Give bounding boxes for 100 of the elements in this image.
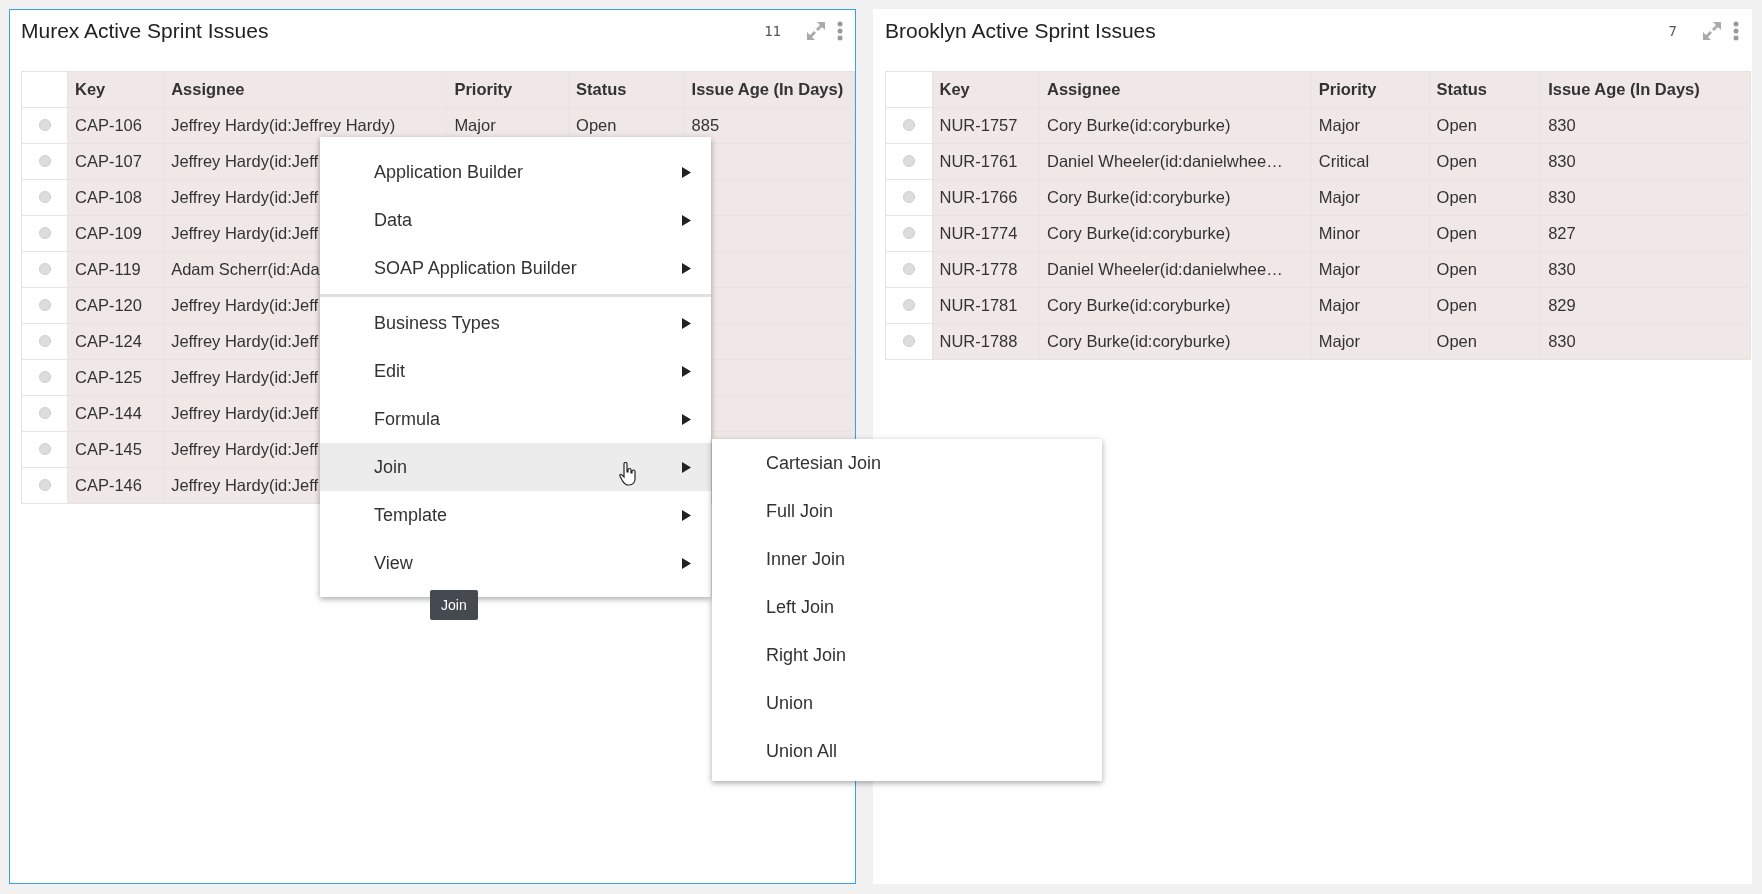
menu-item[interactable]: Left Join <box>712 583 1102 631</box>
table-cell: NUR-1778 <box>932 251 1040 288</box>
table-cell: Open <box>1429 215 1541 252</box>
row-radio[interactable] <box>902 227 915 239</box>
table-cell: CAP-119 <box>67 251 164 288</box>
panel-title: Brooklyn Active Sprint Issues <box>885 19 1157 43</box>
table-cell: CAP-125 <box>67 359 164 396</box>
row-count: 7 <box>1668 23 1677 39</box>
row-radio[interactable] <box>38 155 51 167</box>
row-radio[interactable] <box>902 191 915 203</box>
table-cell: Major <box>1311 323 1430 360</box>
column-header[interactable]: Priority <box>446 71 569 108</box>
column-header[interactable]: Status <box>1429 71 1541 108</box>
column-header[interactable]: Assignee <box>1039 71 1312 108</box>
row-radio[interactable] <box>38 407 51 419</box>
table-cell: Open <box>1429 323 1541 360</box>
table-cell: CAP-144 <box>67 395 164 432</box>
submenu-arrow-icon <box>682 214 691 226</box>
column-header[interactable]: Key <box>932 71 1040 108</box>
table-cell: Cory Burke(id:coryburke) <box>1039 107 1312 144</box>
row-radio[interactable] <box>902 119 915 131</box>
submenu-arrow-icon <box>682 461 691 473</box>
row-radio[interactable] <box>902 263 915 275</box>
table-cell: Open <box>1429 287 1541 324</box>
row-radio[interactable] <box>38 227 51 239</box>
table-cell: Cory Burke(id:coryburke) <box>1039 215 1312 252</box>
menu-item[interactable]: Inner Join <box>712 535 1102 583</box>
submenu-arrow-icon <box>682 557 691 569</box>
more-icon[interactable] <box>1733 21 1739 41</box>
table-cell: NUR-1788 <box>932 323 1040 360</box>
table-cell: Minor <box>1311 215 1430 252</box>
table-cell: Major <box>1311 287 1430 324</box>
column-header[interactable]: Status <box>568 71 685 108</box>
menu-item[interactable]: View <box>320 539 711 587</box>
menu-item[interactable]: Join <box>320 443 711 491</box>
table-cell: CAP-109 <box>67 215 164 252</box>
table-cell: Open <box>1429 107 1541 144</box>
table-cell: Major <box>1311 107 1430 144</box>
row-radio[interactable] <box>38 263 51 275</box>
table-cell: 829 <box>1540 287 1751 324</box>
table-cell: NUR-1757 <box>932 107 1040 144</box>
menu-item[interactable]: Union All <box>712 727 1102 775</box>
table-cell: Cory Burke(id:coryburke) <box>1039 179 1312 216</box>
table-cell: 830 <box>1540 143 1751 180</box>
table-cell: Open <box>1429 143 1541 180</box>
table-cell: CAP-145 <box>67 431 164 468</box>
tooltip: Join <box>430 590 478 620</box>
menu-item[interactable]: Full Join <box>712 487 1102 535</box>
table-cell: 830 <box>1540 179 1751 216</box>
menu-item[interactable]: Union <box>712 679 1102 727</box>
table-cell: CAP-107 <box>67 143 164 180</box>
submenu-arrow-icon <box>682 166 691 178</box>
column-header[interactable]: Key <box>67 71 164 108</box>
table-cell: Cory Burke(id:coryburke) <box>1039 287 1312 324</box>
column-header[interactable]: Assignee <box>163 71 447 108</box>
table-cell: 885 <box>684 107 855 144</box>
table-cell: Major <box>1311 251 1430 288</box>
table-cell: NUR-1766 <box>932 179 1040 216</box>
table-cell: CAP-108 <box>67 179 164 216</box>
table-cell: 830 <box>1540 107 1751 144</box>
row-radio[interactable] <box>38 479 51 491</box>
table-cell: NUR-1774 <box>932 215 1040 252</box>
column-header[interactable]: Priority <box>1311 71 1430 108</box>
expand-icon[interactable] <box>1701 20 1723 42</box>
table-cell: Daniel Wheeler(id:danielwhee… <box>1039 251 1312 288</box>
submenu-arrow-icon <box>682 509 691 521</box>
expand-icon[interactable] <box>805 20 827 42</box>
table-cell: 830 <box>1540 323 1751 360</box>
row-radio[interactable] <box>38 119 51 131</box>
submenu-arrow-icon <box>682 365 691 377</box>
table-cell: Open <box>1429 179 1541 216</box>
column-header[interactable]: Issue Age (In Days) <box>684 71 855 108</box>
column-header[interactable]: Issue Age (In Days) <box>1540 71 1751 108</box>
more-icon[interactable] <box>837 21 843 41</box>
submenu-arrow-icon <box>682 413 691 425</box>
panel-title: Murex Active Sprint Issues <box>21 19 270 43</box>
table-cell: CAP-106 <box>67 107 164 144</box>
row-radio[interactable] <box>902 335 915 347</box>
table-cell: CAP-120 <box>67 287 164 324</box>
row-radio[interactable] <box>38 335 51 347</box>
hand-cursor-icon <box>619 462 637 486</box>
table-cell: NUR-1761 <box>932 143 1040 180</box>
table-cell: 827 <box>1540 215 1751 252</box>
row-radio[interactable] <box>38 299 51 311</box>
table-cell: CAP-124 <box>67 323 164 360</box>
submenu-arrow-icon <box>682 262 691 274</box>
menu-item[interactable]: Cartesian Join <box>712 439 1102 487</box>
table-cell: 830 <box>1540 251 1751 288</box>
row-radio[interactable] <box>38 443 51 455</box>
submenu-arrow-icon <box>682 317 691 329</box>
row-radio[interactable] <box>38 191 51 203</box>
row-count: 11 <box>764 23 781 39</box>
table-cell: Cory Burke(id:coryburke) <box>1039 323 1312 360</box>
table-cell: Open <box>1429 251 1541 288</box>
row-radio[interactable] <box>902 155 915 167</box>
table-cell: Critical <box>1311 143 1430 180</box>
table-cell: Daniel Wheeler(id:danielwhee… <box>1039 143 1312 180</box>
menu-item[interactable]: Right Join <box>712 631 1102 679</box>
row-radio[interactable] <box>38 371 51 383</box>
row-radio[interactable] <box>902 299 915 311</box>
